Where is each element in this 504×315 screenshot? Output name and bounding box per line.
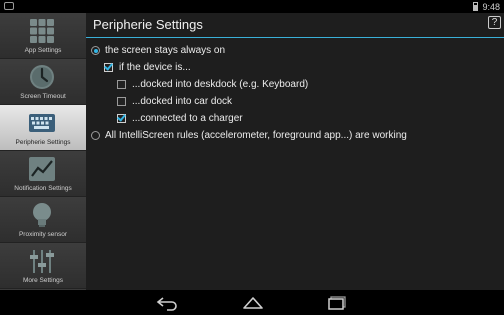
- checkbox-car-dock[interactable]: ...docked into car dock: [117, 96, 232, 107]
- checkbox[interactable]: [117, 114, 126, 123]
- sidebar-item-notification-settings[interactable]: Notification Settings: [0, 151, 86, 197]
- option-label: if the device is...: [119, 62, 191, 73]
- checkbox-deskdock[interactable]: ...docked into deskdock (e.g. Keyboard): [117, 79, 308, 90]
- sidebar-item-peripherie-settings[interactable]: Peripherie Settings: [0, 105, 86, 151]
- sidebar-item-app-settings[interactable]: App Settings: [0, 13, 86, 59]
- sidebar-item-proximity-sensor[interactable]: Proximity sensor: [0, 197, 86, 243]
- notification-icon: [4, 2, 14, 10]
- grid-icon: [30, 19, 54, 43]
- sliders-icon: [30, 250, 54, 273]
- status-time: 9:48: [482, 1, 500, 12]
- radio-always-on[interactable]: the screen stays always on: [91, 45, 225, 56]
- option-label: All IntelliScreen rules (accelerometer, …: [105, 130, 407, 141]
- sidebar-item-label: App Settings: [24, 47, 62, 54]
- home-icon[interactable]: [240, 293, 266, 312]
- clock-icon: [30, 65, 54, 89]
- status-right: 9:48: [473, 0, 500, 13]
- option-label: ...docked into deskdock (e.g. Keyboard): [132, 79, 309, 90]
- navigation-bar: [0, 290, 504, 315]
- back-icon[interactable]: [155, 293, 181, 312]
- sidebar: App Settings Screen Timeout Peripherie S…: [0, 13, 86, 290]
- checkbox-if-device[interactable]: if the device is...: [104, 62, 191, 73]
- radio-all-rules[interactable]: All IntelliScreen rules (accelerometer, …: [91, 130, 407, 141]
- keyboard-icon: [29, 114, 55, 132]
- sidebar-item-label: Screen Timeout: [20, 93, 66, 100]
- sidebar-item-more-settings[interactable]: More Settings: [0, 243, 86, 289]
- checkbox[interactable]: [117, 80, 126, 89]
- checkbox[interactable]: [104, 63, 113, 72]
- option-label: the screen stays always on: [105, 45, 226, 56]
- radio-button[interactable]: [91, 131, 100, 140]
- sidebar-item-label: Peripherie Settings: [15, 139, 71, 146]
- title-divider: [86, 37, 504, 38]
- option-label: ...docked into car dock: [132, 96, 233, 107]
- radio-button[interactable]: [91, 46, 100, 55]
- checkbox[interactable]: [117, 97, 126, 106]
- bulb-icon: [33, 203, 51, 227]
- page-title: Peripherie Settings: [93, 17, 203, 32]
- sidebar-item-label: Notification Settings: [14, 185, 72, 192]
- help-icon[interactable]: ?: [488, 16, 501, 29]
- settings-panel: Peripherie Settings ? the screen stays a…: [86, 13, 504, 290]
- sidebar-item-label: More Settings: [22, 277, 64, 284]
- graph-icon: [29, 157, 55, 181]
- sidebar-item-label: Proximity sensor: [18, 231, 68, 238]
- recents-icon[interactable]: [325, 293, 351, 312]
- option-label: ...connected to a charger: [132, 113, 243, 124]
- status-bar: 9:48: [0, 0, 504, 13]
- sidebar-item-screen-timeout[interactable]: Screen Timeout: [0, 59, 86, 105]
- checkbox-charger[interactable]: ...connected to a charger: [117, 113, 243, 124]
- battery-icon: [473, 2, 479, 11]
